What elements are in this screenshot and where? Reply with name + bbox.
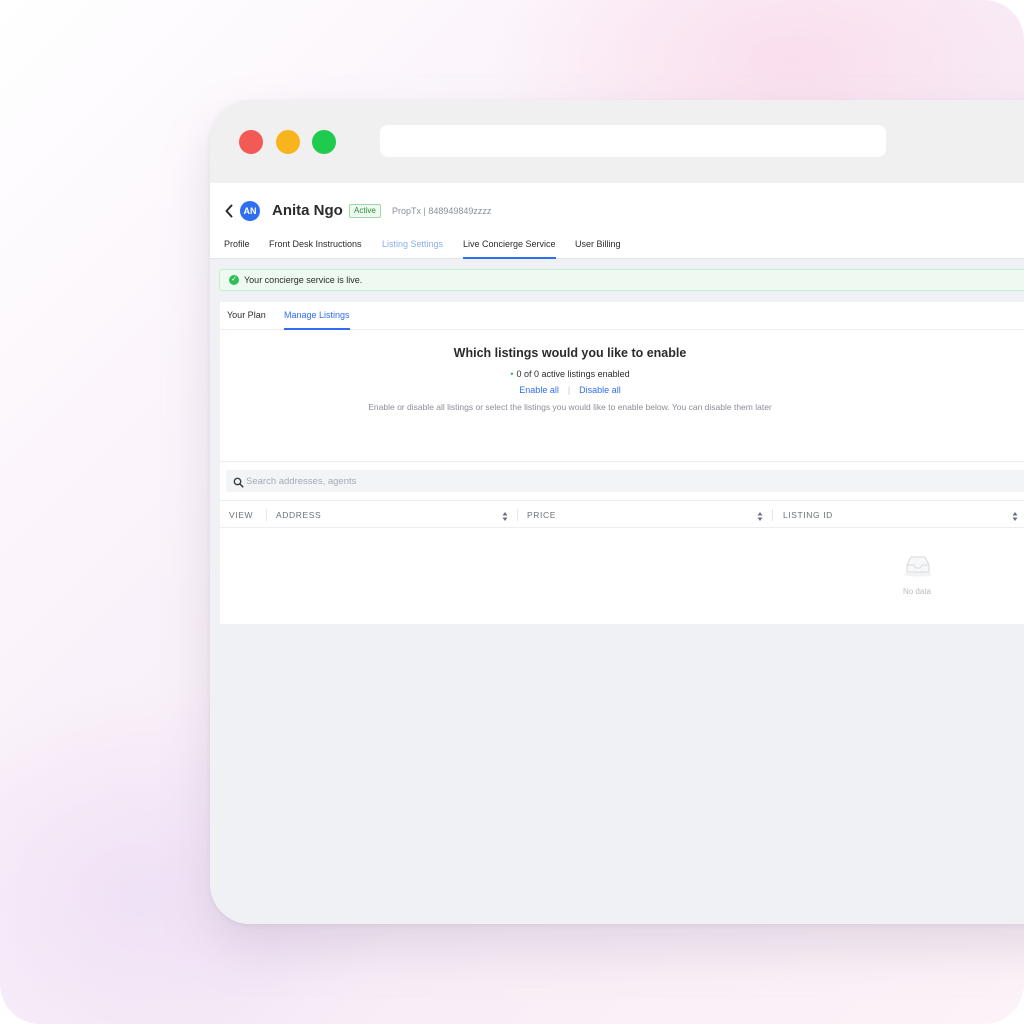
enabled-count-text: 0 of 0 active listings enabled (516, 369, 630, 379)
disable-all-link[interactable]: Disable all (579, 385, 621, 395)
user-header: AN Anita Ngo Active PropTx | 848949849zz… (210, 183, 1024, 259)
enable-all-link[interactable]: Enable all (519, 385, 559, 395)
sort-icon[interactable] (757, 509, 763, 521)
subtab-your-plan[interactable]: Your Plan (227, 310, 266, 330)
search-box (226, 470, 1024, 492)
check-circle-icon: ✓ (229, 275, 239, 285)
table-header: VIEW ADDRESS PRICE LISTING ID (220, 500, 1024, 528)
bulk-actions-separator: | (567, 385, 571, 395)
status-dot-icon: • (510, 369, 514, 379)
browser-titlebar (210, 100, 1024, 183)
status-badge: Active (349, 204, 381, 218)
alert-text: Your concierge service is live. (244, 275, 363, 285)
sort-icon[interactable] (502, 509, 508, 521)
bulk-actions: Enable all | Disable all (220, 385, 920, 395)
browser-window: AN Anita Ngo Active PropTx | 848949849zz… (210, 100, 1024, 924)
column-header-view[interactable]: VIEW (229, 510, 253, 520)
column-separator (266, 509, 267, 521)
avatar: AN (240, 201, 260, 221)
search-input[interactable] (246, 472, 846, 490)
tab-front-desk-instructions[interactable]: Front Desk Instructions (269, 233, 362, 259)
minimize-window-button[interactable] (276, 130, 300, 154)
column-header-listing-id[interactable]: LISTING ID (783, 510, 833, 520)
empty-state-text: No data (902, 587, 932, 596)
maximize-window-button[interactable] (312, 130, 336, 154)
success-alert: ✓ Your concierge service is live. (219, 269, 1024, 291)
manage-listings-card: Your Plan Manage Listings Which listings… (220, 302, 1024, 624)
helper-text: Enable or disable all listings or select… (368, 402, 772, 412)
empty-inbox-icon (902, 553, 934, 577)
brokerage-info: PropTx | 848949849zzzz (392, 206, 492, 216)
enable-listings-title: Which listings would you like to enable (453, 346, 687, 360)
section-divider (220, 461, 1024, 462)
sort-icon[interactable] (1012, 509, 1018, 521)
plan-subtabs: Your Plan Manage Listings (220, 302, 1024, 330)
tab-profile[interactable]: Profile (224, 233, 250, 259)
app-content: AN Anita Ngo Active PropTx | 848949849zz… (210, 183, 1024, 924)
column-separator (517, 509, 518, 521)
column-header-address[interactable]: ADDRESS (276, 510, 321, 520)
search-icon (233, 475, 244, 488)
column-separator (772, 509, 773, 521)
tab-live-concierge-service[interactable]: Live Concierge Service (463, 233, 556, 259)
close-window-button[interactable] (239, 130, 263, 154)
user-tabs: Profile Front Desk Instructions Listing … (210, 233, 1024, 259)
address-bar[interactable] (380, 125, 886, 157)
back-arrow-icon[interactable] (222, 202, 236, 220)
tab-listing-settings[interactable]: Listing Settings (382, 233, 443, 259)
tab-user-billing[interactable]: User Billing (575, 233, 621, 259)
user-name: Anita Ngo (272, 202, 343, 219)
enabled-count: • 0 of 0 active listings enabled (220, 369, 920, 379)
subtab-manage-listings[interactable]: Manage Listings (284, 310, 350, 330)
column-header-price[interactable]: PRICE (527, 510, 556, 520)
